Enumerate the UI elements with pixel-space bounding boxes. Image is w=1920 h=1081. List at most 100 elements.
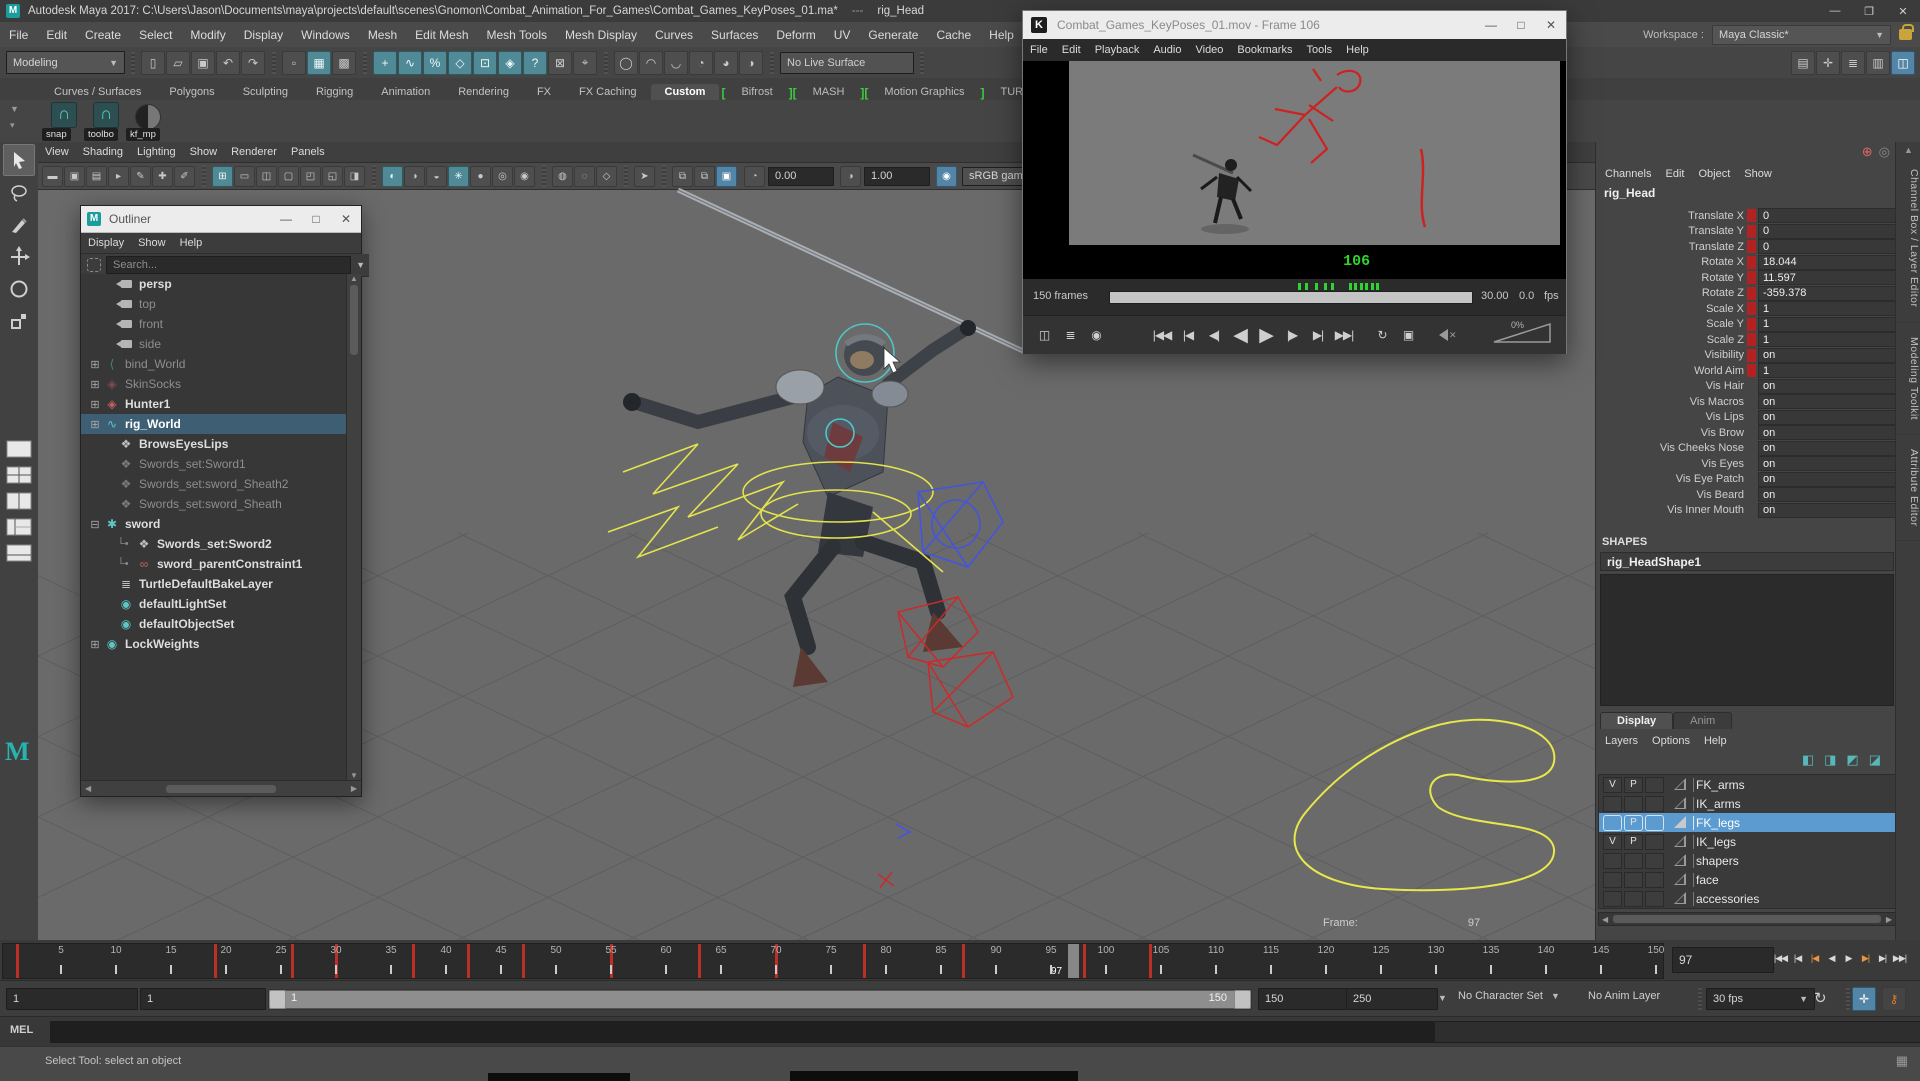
outliner-title-bar[interactable]: M Outliner — □ ✕: [81, 206, 361, 233]
shelf-tab-custom[interactable]: Custom: [651, 84, 720, 100]
toggle-humanik[interactable]: ✛: [1816, 51, 1840, 75]
curve-snap-c-icon[interactable]: ◔: [689, 51, 713, 75]
anim-start-field[interactable]: 1: [6, 988, 138, 1010]
display-type-toggle[interactable]: [1645, 834, 1664, 850]
panel-menu-renderer[interactable]: Renderer: [224, 146, 284, 158]
channel-value-field[interactable]: on: [1758, 348, 1896, 363]
channel-box-menu-channels[interactable]: Channels: [1598, 168, 1658, 180]
outliner-item-bind-world[interactable]: ⊞⟨bind_World: [81, 354, 347, 374]
channel-value-field[interactable]: 1: [1758, 332, 1896, 347]
render-layer-icon[interactable]: ◎: [1879, 144, 1890, 160]
menu-select[interactable]: Select: [130, 28, 181, 42]
shelf-item-toolbo[interactable]: ∩toolbo: [84, 102, 126, 142]
step-forward-key-button[interactable]: ▶|: [1305, 321, 1331, 349]
visibility-toggle[interactable]: [1603, 853, 1622, 869]
channel-row-translate-z[interactable]: Translate Z0: [1596, 239, 1896, 255]
palette-icon[interactable]: ◉: [1083, 321, 1109, 349]
snap-magnet-icon[interactable]: ?: [523, 51, 547, 75]
paint-select-tool[interactable]: [4, 210, 34, 240]
layout-two-pane-button[interactable]: [5, 490, 33, 512]
channel-value-field[interactable]: on: [1758, 394, 1896, 409]
visibility-toggle[interactable]: [1603, 891, 1622, 907]
menu-curves[interactable]: Curves: [646, 28, 702, 42]
shaded-mode-icon[interactable]: ◑: [404, 166, 425, 187]
fps-dropdown[interactable]: 30 fps ▼: [1706, 988, 1815, 1010]
command-input[interactable]: [50, 1021, 1434, 1043]
outliner-hscrollbar[interactable]: ◀ ▶: [81, 780, 361, 796]
menu-generate[interactable]: Generate: [859, 28, 927, 42]
snap-to-grid-icon[interactable]: +: [373, 51, 397, 75]
outliner-menu-help[interactable]: Help: [173, 237, 210, 249]
channel-row-vis-cheeks-nose[interactable]: Vis Cheeks Noseon: [1596, 441, 1896, 457]
xray-joints-icon[interactable]: ◌: [574, 166, 595, 187]
layer-tab-anim[interactable]: Anim: [1673, 712, 1732, 729]
player-menu-video[interactable]: Video: [1188, 44, 1230, 56]
curve-snap-a-icon[interactable]: ◠: [639, 51, 663, 75]
shelf-tab-motion-graphics[interactable]: Motion Graphics: [870, 84, 978, 100]
menu-help[interactable]: Help: [980, 28, 1023, 42]
range-slider-track[interactable]: 1 150: [268, 989, 1252, 1010]
player-menu-playback[interactable]: Playback: [1088, 44, 1147, 56]
channel-row-scale-y[interactable]: Scale Y1: [1596, 317, 1896, 333]
safe-action-icon[interactable]: ◱: [322, 166, 343, 187]
exposure-field[interactable]: 0.00: [768, 167, 834, 186]
menu-create[interactable]: Create: [76, 28, 130, 42]
isolate-selected-add-icon[interactable]: ⧉: [694, 166, 715, 187]
shelf-tab-polygons[interactable]: Polygons: [155, 84, 228, 100]
menu-deform[interactable]: Deform: [767, 28, 824, 42]
select-hierarchy-icon[interactable]: ▫: [282, 51, 306, 75]
menu-mesh[interactable]: Mesh: [359, 28, 406, 42]
channel-box-menu-edit[interactable]: Edit: [1658, 168, 1691, 180]
visibility-toggle[interactable]: [1603, 815, 1622, 831]
step-forward-frame-button[interactable]: |▶: [1279, 321, 1305, 349]
xray-active-icon[interactable]: ◇: [596, 166, 617, 187]
layer-row-face[interactable]: face: [1599, 870, 1895, 889]
workspace-lock-icon[interactable]: [1899, 29, 1912, 40]
rotate-tool[interactable]: [4, 274, 34, 304]
outliner-item-top[interactable]: top: [81, 294, 347, 314]
scroll-left-icon[interactable]: ◀: [1599, 915, 1611, 924]
layer-type-icon[interactable]: [1674, 892, 1687, 905]
player-progress-bar[interactable]: [1109, 291, 1473, 304]
dock-scroll-up-icon[interactable]: ▲: [1896, 142, 1920, 155]
scale-tool[interactable]: [4, 306, 34, 336]
grease-pencil-icon[interactable]: ✐: [174, 166, 195, 187]
layer-tab-display[interactable]: Display: [1600, 712, 1673, 729]
dock-tab-channel-box-layer-editor[interactable]: Channel Box / Layer Editor: [1896, 155, 1920, 323]
scroll-up-icon[interactable]: ▲: [347, 274, 361, 283]
xyz-axis-icon[interactable]: ⊕: [1862, 144, 1873, 160]
channel-value-field[interactable]: -359.378: [1758, 286, 1896, 301]
motion-blur-icon[interactable]: ◉: [514, 166, 535, 187]
menu-uv[interactable]: UV: [825, 28, 860, 42]
layer-row-shapers[interactable]: shapers: [1599, 851, 1895, 870]
gamma-field[interactable]: 1.00: [864, 167, 930, 186]
menu-edit[interactable]: Edit: [37, 28, 76, 42]
mute-icon[interactable]: [1439, 329, 1448, 341]
lasso-tool[interactable]: [4, 178, 34, 208]
layout-outliner-persp-button[interactable]: [5, 516, 33, 538]
channel-row-vis-brow[interactable]: Vis Browon: [1596, 425, 1896, 441]
player-menu-edit[interactable]: Edit: [1055, 44, 1088, 56]
minimize-button[interactable]: —: [1818, 0, 1852, 22]
select-by-component-icon[interactable]: ▩: [332, 51, 356, 75]
redo-icon[interactable]: ↷: [241, 51, 265, 75]
step-back-frame-button[interactable]: ◀|: [1201, 321, 1227, 349]
player-video-area[interactable]: 106: [1023, 61, 1566, 279]
close-button[interactable]: ✕: [1536, 11, 1566, 39]
playlist-icon[interactable]: ≣: [1057, 321, 1083, 349]
filter-icon[interactable]: [87, 258, 101, 272]
shelf-item-kf-mp[interactable]: kf_mp: [126, 102, 168, 142]
play-end-field[interactable]: 150: [1258, 988, 1350, 1010]
auto-keyframe-icon[interactable]: ⚷: [1882, 987, 1906, 1011]
channel-value-field[interactable]: 1: [1758, 301, 1896, 316]
layer-add-empty-icon[interactable]: ◧: [1802, 752, 1814, 768]
step-back-key-button[interactable]: |◀: [1175, 321, 1201, 349]
layer-move-down-icon[interactable]: ◪: [1869, 752, 1881, 768]
outliner-item-persp[interactable]: persp: [81, 274, 347, 294]
layer-move-up-icon[interactable]: ◩: [1846, 752, 1858, 768]
channel-row-vis-inner-mouth[interactable]: Vis Inner Mouthon: [1596, 503, 1896, 519]
outliner-window[interactable]: M Outliner — □ ✕ DisplayShowHelp Search.…: [80, 205, 362, 797]
player-menu-tools[interactable]: Tools: [1299, 44, 1339, 56]
shape-name-row[interactable]: rig_HeadShape1: [1600, 552, 1894, 571]
make-live-icon[interactable]: ◈: [498, 51, 522, 75]
